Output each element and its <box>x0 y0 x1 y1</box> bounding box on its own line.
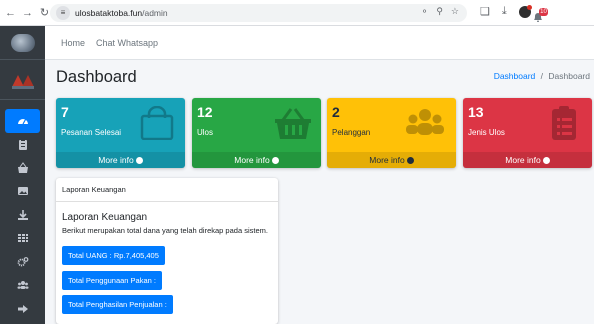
clipboard-list-icon <box>552 106 576 140</box>
top-navbar: Home Chat Whatsapp <box>45 26 594 60</box>
card-header: Laporan Keuangan <box>56 178 278 202</box>
site-settings-icon[interactable]: ≡ <box>56 6 70 20</box>
profile-avatar-icon[interactable] <box>518 4 532 18</box>
arrow-circle-right-icon <box>406 156 414 164</box>
more-info-link[interactable]: More info <box>327 152 456 168</box>
stat-box-ulos: 12 Ulos More info <box>192 98 321 168</box>
more-info-label: More info <box>98 155 134 165</box>
stat-label: Pelanggan <box>332 128 371 137</box>
more-info-link[interactable]: More info <box>192 152 321 168</box>
arrow-circle-right-icon <box>542 156 550 164</box>
breadcrumb-current: Dashboard <box>548 71 590 81</box>
clipboard-icon <box>18 139 27 150</box>
card-title: Laporan Keuangan <box>62 212 148 223</box>
sidebar-item-ulos[interactable] <box>5 156 40 180</box>
url-host: ulosbataktoba.fun <box>75 8 143 18</box>
arrow-circle-right-icon <box>135 156 143 164</box>
shopping-basket-icon <box>275 108 311 139</box>
stat-count: 2 <box>332 104 340 120</box>
zoom-icon[interactable]: ⚲ <box>436 6 443 17</box>
stat-box-pelanggan: 2 Pelanggan More info <box>327 98 456 168</box>
stat-count: 7 <box>61 104 69 120</box>
shopping-basket-icon <box>17 162 28 173</box>
sidebar-item-download[interactable] <box>5 203 40 227</box>
sidebar-item-gallery[interactable] <box>5 179 40 203</box>
more-info-label: More info <box>369 155 405 165</box>
total-penggunaan-pakan-button[interactable]: Total Penggunaan Pakan : <box>62 271 162 290</box>
nav-chat-whatsapp-link[interactable]: Chat Whatsapp <box>96 38 158 48</box>
download-icon <box>17 210 28 220</box>
breadcrumb-dashboard-link[interactable]: Dashboard <box>494 71 536 81</box>
logo-image <box>10 33 35 52</box>
stat-label: Pesanan Selesai <box>61 128 122 137</box>
stat-box-jenis-ulos: 13 Jenis Ulos More info <box>463 98 592 168</box>
stat-count: 12 <box>197 104 213 120</box>
users-icon <box>406 109 444 135</box>
forward-icon[interactable]: → <box>21 7 34 19</box>
more-info-label: More info <box>505 155 541 165</box>
image-icon <box>17 187 28 195</box>
sidebar-item-users[interactable] <box>5 273 40 297</box>
total-uang-button[interactable]: Total UANG : Rp.7,405,405 <box>62 246 165 265</box>
card-description: Berikut merupakan total dana yang telah … <box>62 226 268 235</box>
total-penghasilan-penjualan-button[interactable]: Total Penghasilan Penjualan : <box>62 295 173 314</box>
shopping-bag-icon <box>140 106 174 140</box>
finance-report-card: Laporan Keuangan Laporan Keuangan Beriku… <box>56 178 278 324</box>
sidebar-item-dashboard[interactable] <box>5 109 40 133</box>
breadcrumb: Dashboard / Dashboard <box>494 71 590 81</box>
stat-label: Jenis Ulos <box>468 128 505 137</box>
stat-count: 13 <box>468 104 484 120</box>
address-bar[interactable]: ≡ ulosbataktoba.fun/admin ⚬ ⚲ ☆ <box>50 4 467 22</box>
user-image <box>11 71 34 89</box>
url-text: ulosbataktoba.fun/admin <box>75 8 168 18</box>
sidebar-item-logout[interactable] <box>5 297 40 321</box>
sidebar-item-table[interactable] <box>5 226 40 250</box>
more-info-link[interactable]: More info <box>56 152 185 168</box>
dashboard-gauge-icon <box>17 119 28 125</box>
password-key-icon[interactable]: ⚬ <box>421 6 429 17</box>
back-icon[interactable]: ← <box>4 7 17 19</box>
table-grid-icon <box>17 234 28 242</box>
nav-home-link[interactable]: Home <box>61 38 85 48</box>
bookmark-star-icon[interactable]: ☆ <box>451 6 459 17</box>
sign-out-icon <box>17 305 28 313</box>
sidebar-item-settings[interactable] <box>5 250 40 274</box>
cogs-icon <box>17 257 28 267</box>
stat-label: Ulos <box>197 128 214 137</box>
sidebar-item-pesanan[interactable] <box>5 132 40 156</box>
download-icon[interactable]: ⤓ <box>502 5 507 18</box>
arrow-circle-right-icon <box>271 156 279 164</box>
extensions-icon[interactable]: ❑ <box>480 5 490 18</box>
user-panel[interactable] <box>0 60 45 100</box>
browser-toolbar: ← → ↻ ≡ ulosbataktoba.fun/admin ⚬ ⚲ ☆ ❑ … <box>0 0 594 26</box>
url-path: /admin <box>142 8 168 18</box>
breadcrumb-separator: / <box>540 71 544 81</box>
brand-logo[interactable] <box>0 26 45 60</box>
more-info-label: More info <box>234 155 270 165</box>
users-icon <box>17 281 28 289</box>
page-title: Dashboard <box>56 68 137 86</box>
sidebar <box>0 26 45 324</box>
notification-badge: 10 <box>539 8 548 16</box>
more-info-link[interactable]: More info <box>463 152 592 168</box>
stat-box-pesanan-selesai: 7 Pesanan Selesai More info <box>56 98 185 168</box>
